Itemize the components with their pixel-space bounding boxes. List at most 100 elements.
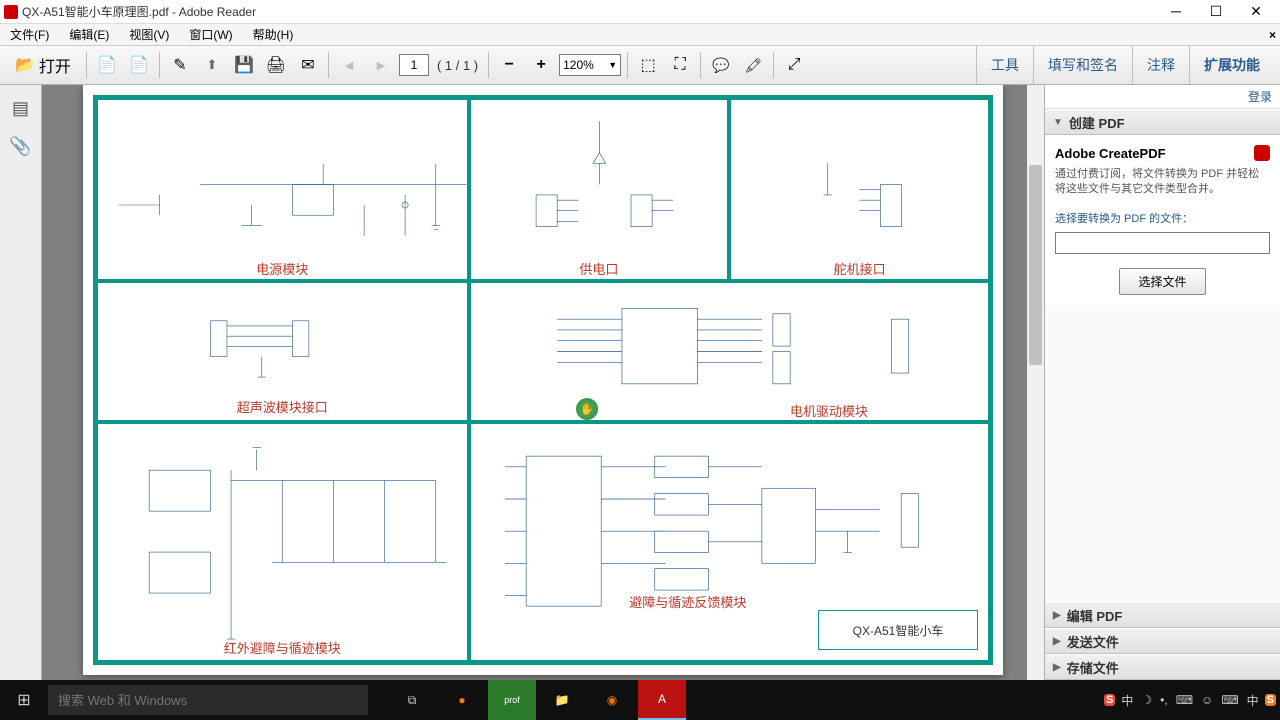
section-edit-pdf[interactable]: ▶ 编辑 PDF [1045,602,1280,628]
app-adobe-reader[interactable]: A [638,680,686,720]
convert-button[interactable] [125,51,153,79]
app-professor[interactable]: prof [488,680,536,720]
section-store-file-label: 存储文件 [1067,658,1119,677]
section-edit-pdf-label: 编辑 PDF [1067,606,1123,625]
extend-panel-button[interactable]: 扩展功能 [1189,46,1274,84]
section-send-file[interactable]: ▶ 发送文件 [1045,628,1280,654]
menu-window[interactable]: 窗口(W) [179,26,242,43]
upload-button[interactable] [198,51,226,79]
fit-width-button[interactable]: ⬚ [634,51,662,79]
schematic-block-motor: 电机驱动模块 [469,281,991,422]
prev-page-button[interactable] [335,51,363,79]
menubar: 文件(F) 编辑(E) 视图(V) 窗口(W) 帮助(H) × [0,24,1280,46]
toolbar: 打开 ( 1 / 1 ) 120% ▼ ⬚ ⛶ 工具 填写和签名 注释 扩展功能 [0,46,1280,85]
chevron-down-icon: ▼ [608,60,617,70]
separator [328,52,329,78]
section-create-pdf[interactable]: ▼ 创建 PDF [1045,109,1280,135]
right-panel: 登录 ▼ 创建 PDF Adobe CreatePDF 通过付费订阅，将文件转换… [1044,85,1280,680]
app-explorer[interactable]: 📁 [538,680,586,720]
zoom-out-button[interactable] [495,51,523,79]
thumbnails-button[interactable] [6,93,36,123]
select-file-button[interactable]: 选择文件 [1119,268,1205,295]
ime-badge-2[interactable]: S [1265,694,1276,706]
taskbar: ⊞ ⧉ ● prof 📁 ◉ A S 中 ☽ •, ⌨ ☺ ⌨ 中 S [0,680,1280,720]
file-path-input[interactable] [1055,232,1270,254]
menu-file[interactable]: 文件(F) [0,26,59,43]
page-count-label: ( 1 / 1 ) [433,58,482,73]
window-title: QX-A51智能小车原理图.pdf - Adobe Reader [22,3,1164,20]
schematic-block-servo: 舵机接口 [729,98,990,281]
separator [86,52,87,78]
save-button[interactable] [230,51,258,79]
close-doc-button[interactable]: × [1269,28,1276,42]
print-button[interactable] [262,51,290,79]
separator [159,52,160,78]
app-firefox[interactable]: ● [438,680,486,720]
next-page-button[interactable] [367,51,395,79]
attachments-button[interactable] [6,131,36,161]
chevron-down-icon: ▼ [1053,117,1063,128]
menu-view[interactable]: 视图(V) [119,26,179,43]
tray-keyboard2-icon[interactable]: ⌨ [1219,693,1240,707]
task-view-button[interactable]: ⧉ [388,680,436,720]
zoom-value: 120% [563,58,594,72]
pdf-app-icon [4,5,18,19]
scrollbar-track[interactable] [1027,85,1044,680]
tray-keyboard-icon[interactable]: ⌨ [1174,693,1195,707]
product-desc: 通过付费订阅，将文件转换为 PDF 并轻松将这些文件与其它文件类型合并。 [1055,167,1270,198]
page-input[interactable] [399,54,429,76]
tray-moon-icon[interactable]: ☽ [1139,693,1154,707]
fullscreen-button[interactable] [780,51,808,79]
tools-panel-button[interactable]: 工具 [976,46,1033,84]
edit-button[interactable] [166,51,194,79]
create-pdf-button[interactable] [93,51,121,79]
mail-button[interactable] [294,51,322,79]
separator [488,52,489,78]
fit-page-button[interactable]: ⛶ [666,51,694,79]
close-button[interactable]: ✕ [1244,3,1268,20]
menu-edit[interactable]: 编辑(E) [59,26,119,43]
block-label-motor: 电机驱动模块 [790,401,868,420]
menu-help[interactable]: 帮助(H) [243,26,304,43]
zoom-select[interactable]: 120% ▼ [559,54,621,76]
app-powerpoint[interactable]: ◉ [588,680,636,720]
highlight-tool-button[interactable] [739,51,767,79]
left-sidebar [0,85,42,680]
block-label-ir: 红外避障与循迹模块 [224,638,341,657]
schematic-block-power: 电源模块 [96,98,469,281]
tray-sep: •, [1158,693,1170,707]
comment-tool-button[interactable] [707,51,735,79]
tray-smile-icon[interactable]: ☺ [1199,693,1215,707]
open-button[interactable]: 打开 [6,51,80,79]
product-name: Adobe CreatePDF [1055,146,1166,161]
block-label-power: 电源模块 [256,259,308,278]
select-file-label: 选择要转换为 PDF 的文件： [1055,210,1270,226]
separator [773,52,774,78]
taskbar-search-input[interactable] [48,685,368,715]
fill-sign-panel-button[interactable]: 填写和签名 [1033,46,1132,84]
zoom-in-button[interactable] [527,51,555,79]
tray-lang[interactable]: 中 [1119,692,1135,709]
ime-badge[interactable]: S [1104,694,1115,706]
hand-cursor-icon: ✋ [576,398,598,420]
schematic-block-ultrasonic: 超声波模块接口 [96,281,469,422]
scrollbar-thumb[interactable] [1029,165,1042,365]
schematic-block-supply: 供电口 [469,98,730,281]
section-store-file[interactable]: ▶ 存储文件 [1045,654,1280,680]
open-label: 打开 [39,53,71,77]
tray-lang2[interactable]: 中 [1245,692,1261,709]
start-button[interactable]: ⊞ [0,680,48,720]
pdf-page: 电源模块 供电口 舵机接口 [83,85,1003,675]
document-viewport[interactable]: 电源模块 供电口 舵机接口 [42,85,1044,680]
schematic-title-box: QX-A51智能小车 [818,610,978,650]
minimize-button[interactable]: ─ [1164,3,1188,20]
system-tray: S 中 ☽ •, ⌨ ☺ ⌨ 中 S [1104,692,1276,709]
createpdf-icon [1254,145,1270,161]
chevron-right-icon: ▶ [1053,636,1061,647]
maximize-button[interactable]: ☐ [1204,3,1228,20]
login-link[interactable]: 登录 [1045,85,1280,109]
comment-panel-button[interactable]: 注释 [1132,46,1189,84]
block-label-feedback: 避障与循迹反馈模块 [629,592,746,611]
schematic-frame: 电源模块 供电口 舵机接口 [93,95,993,665]
section-create-pdf-label: 创建 PDF [1069,113,1125,132]
